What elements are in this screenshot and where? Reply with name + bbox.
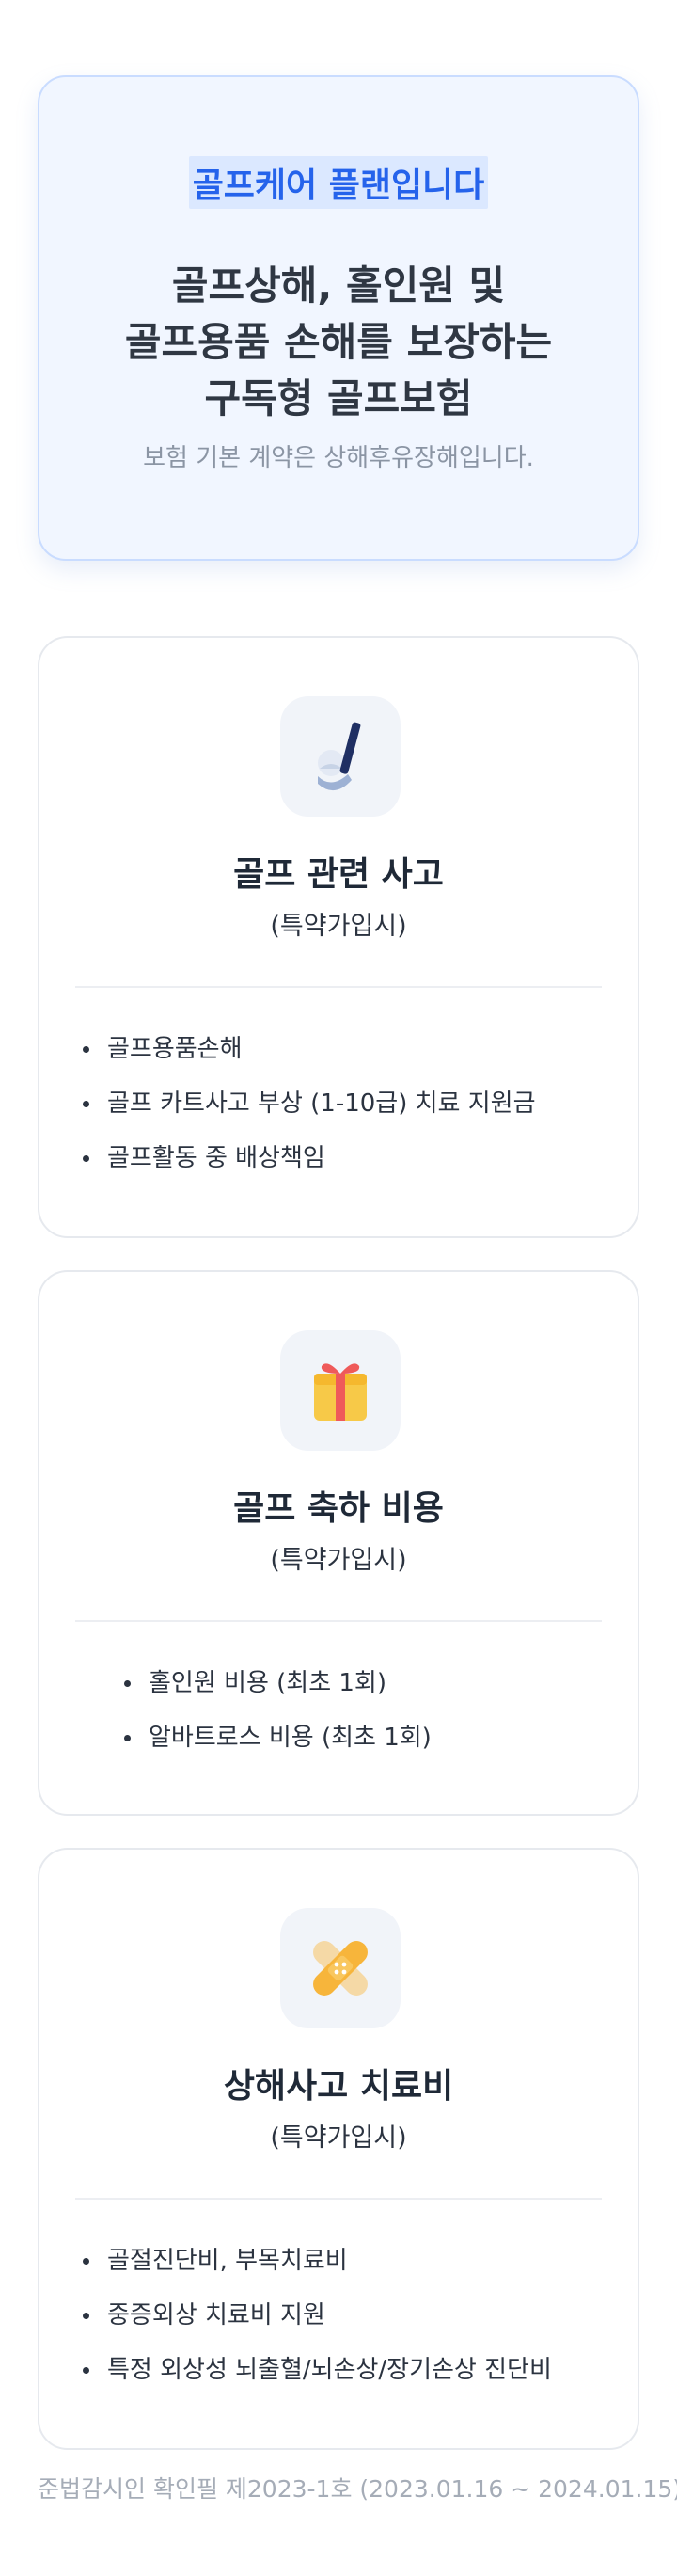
coverage-card-injury-treatment: 상해사고 치료비 (특약가입시) 골절진단비, 부목치료비 중증외상 치료비 지…	[38, 1848, 639, 2450]
hero-title-line: 골프상해, 홀인원 및	[171, 262, 506, 309]
list-item: 골프 카트사고 부상 (1-10급) 치료 지원금	[77, 1088, 536, 1142]
card-title: 골프 축하 비용	[233, 1489, 444, 1528]
coverage-card-golf-accident: 골프 관련 사고 (특약가입시) 골프용품손해 골프 카트사고 부상 (1-10…	[38, 636, 639, 1238]
card-title: 골프 관련 사고	[233, 855, 444, 894]
card-subtitle: (특약가입시)	[270, 2123, 407, 2153]
list-item: 홀인원 비용 (최초 1회)	[118, 1667, 432, 1722]
list-item: 골프용품손해	[77, 1033, 536, 1088]
card-title: 상해사고 치료비	[223, 2067, 454, 2106]
list-item: 특정 외상성 뇌출혈/뇌손상/장기손상 진단비	[77, 2354, 552, 2409]
coverage-list: 홀인원 비용 (최초 1회) 알바트로스 비용 (최초 1회)	[118, 1667, 432, 1776]
bandage-icon	[280, 1908, 401, 2028]
list-item: 알바트로스 비용 (최초 1회)	[118, 1722, 432, 1776]
divider	[75, 986, 602, 988]
card-subtitle: (특약가입시)	[270, 1546, 407, 1575]
list-item: 골절진단비, 부목치료비	[77, 2245, 552, 2299]
hero-kicker: 골프케어 플랜입니다	[188, 156, 489, 209]
card-subtitle: (특약가입시)	[270, 912, 407, 941]
list-item: 중증외상 치료비 지원	[77, 2299, 552, 2354]
golf-club-icon	[280, 696, 401, 817]
gift-icon	[280, 1330, 401, 1451]
hero-title-line: 골프용품 손해를 보장하는	[124, 319, 553, 365]
coverage-list: 골프용품손해 골프 카트사고 부상 (1-10급) 치료 지원금 골프활동 중 …	[77, 1033, 536, 1197]
hero-title: 골프상해, 홀인원 및 골프용품 손해를 보장하는 구독형 골프보험	[39, 258, 638, 427]
coverage-list: 골절진단비, 부목치료비 중증외상 치료비 지원 특정 외상성 뇌출혈/뇌손상/…	[77, 2245, 552, 2409]
hero-banner: 골프케어 플랜입니다 골프상해, 홀인원 및 골프용품 손해를 보장하는 구독형…	[38, 75, 639, 561]
divider	[75, 1620, 602, 1622]
coverage-card-golf-celebration: 골프 축하 비용 (특약가입시) 홀인원 비용 (최초 1회) 알바트로스 비용…	[38, 1270, 639, 1816]
hero-title-line: 구독형 골프보험	[204, 375, 473, 421]
compliance-notice: 준법감시인 확인필 제2023-1호 (2023.01.16 ~ 2024.01…	[38, 2475, 677, 2503]
hero-subtitle: 보험 기본 계약은 상해후유장해입니다.	[143, 444, 534, 472]
page: 골프케어 플랜입니다 골프상해, 홀인원 및 골프용품 손해를 보장하는 구독형…	[0, 0, 677, 2576]
list-item: 골프활동 중 배상책임	[77, 1142, 536, 1197]
divider	[75, 2198, 602, 2200]
